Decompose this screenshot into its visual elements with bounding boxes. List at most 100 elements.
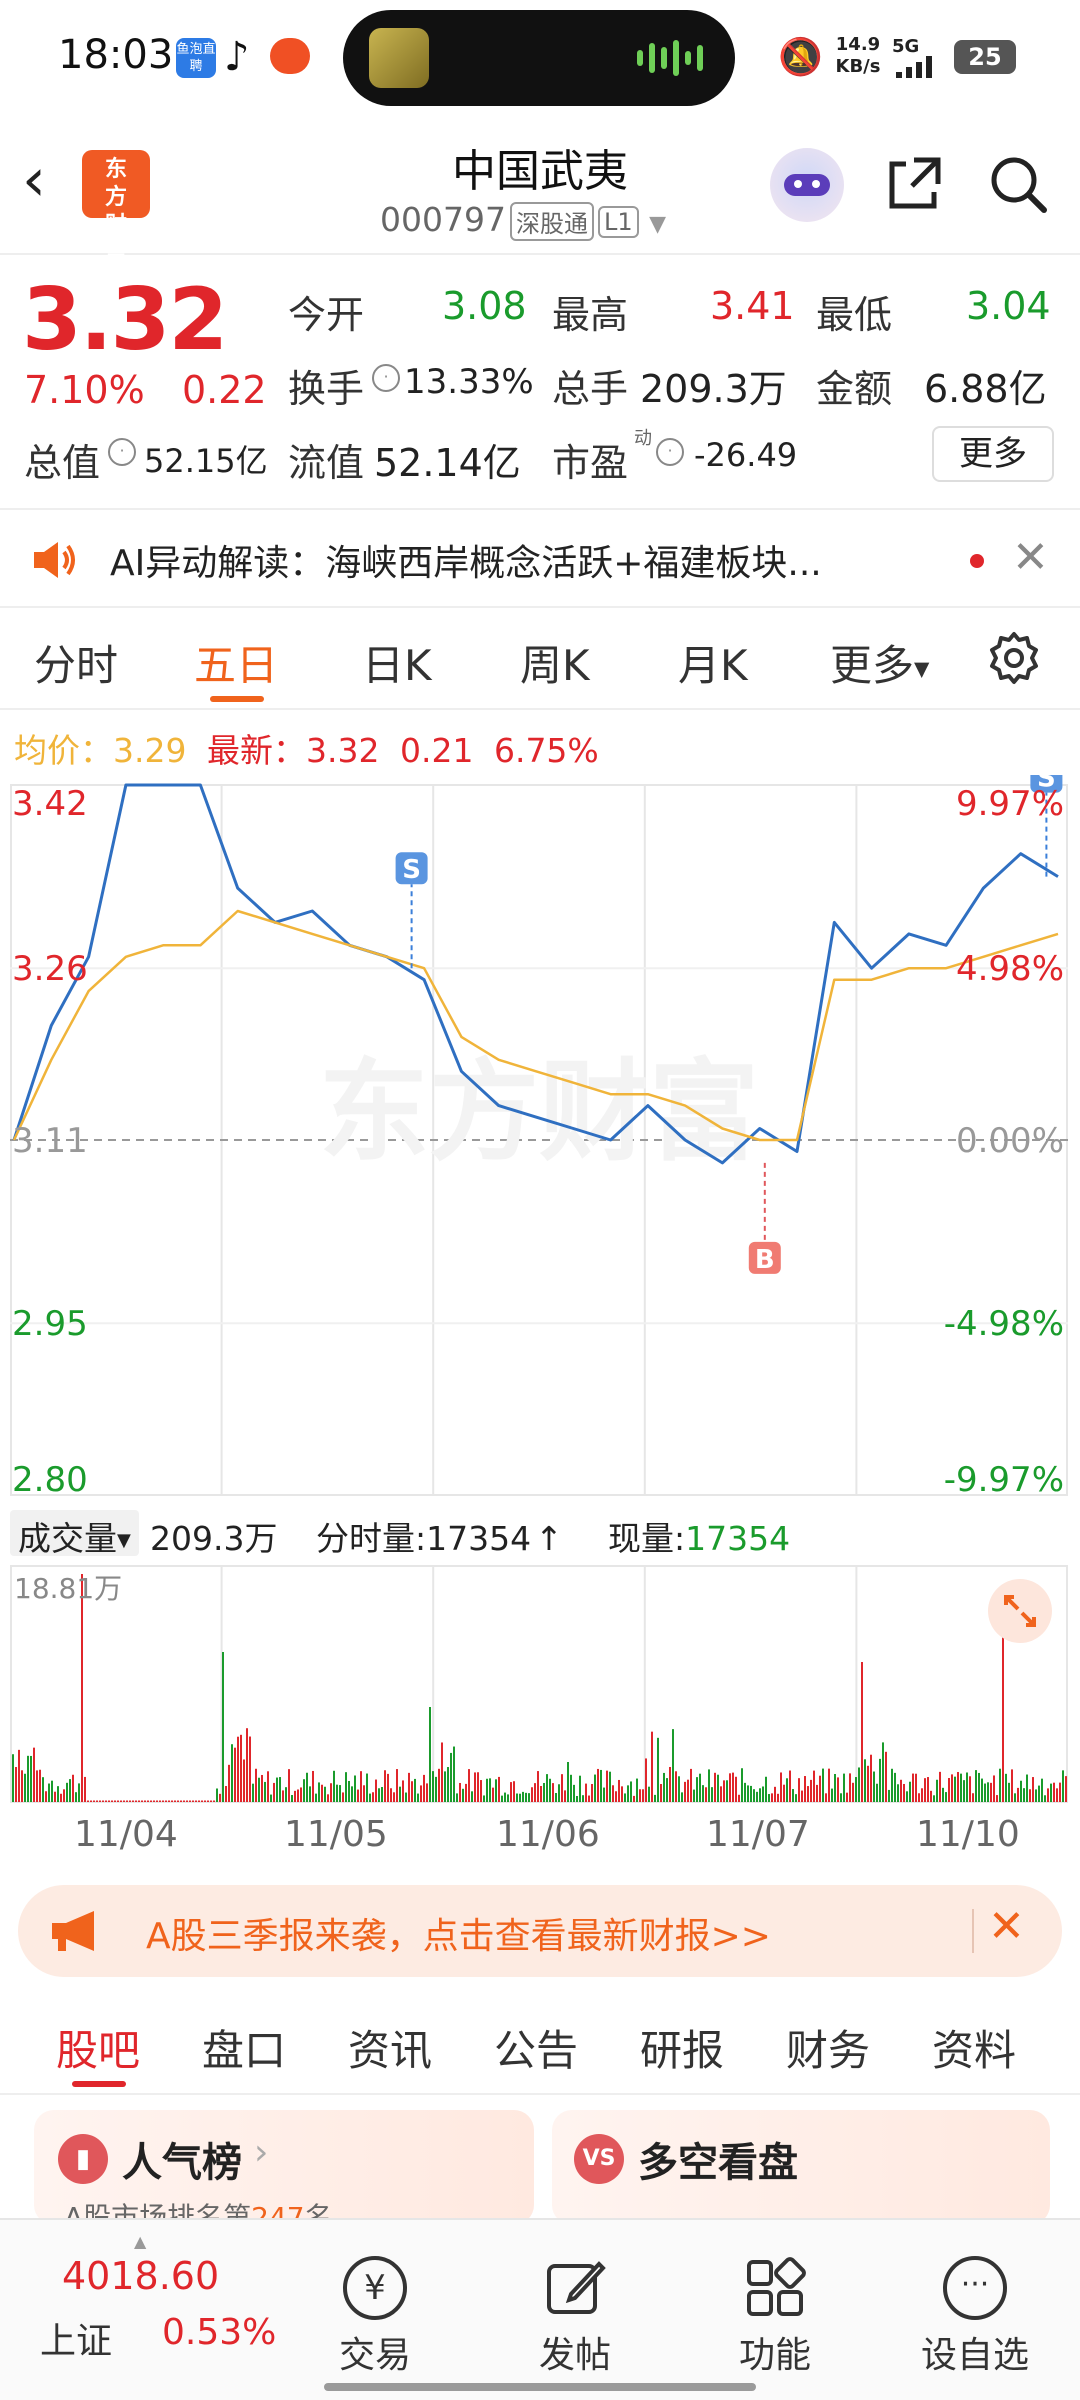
- nav-functions[interactable]: 功能: [690, 2220, 860, 2378]
- volume-bar: [75, 1792, 77, 1802]
- volume-bar: [435, 1776, 437, 1802]
- volume-bar: [456, 1793, 458, 1802]
- active-tab-indicator: [72, 2081, 126, 2087]
- tab-research[interactable]: 研报: [640, 2017, 724, 2078]
- volume-bar: [549, 1778, 551, 1802]
- volume-bar: [888, 1789, 890, 1802]
- tab-news[interactable]: 资讯: [348, 2017, 432, 2078]
- earnings-promo-banner[interactable]: A股三季报来袭，点击查看最新财报>> ✕: [18, 1885, 1062, 1977]
- volume-chart[interactable]: 18.81万: [10, 1565, 1068, 1805]
- index-ticker[interactable]: ▲ 4018.60 上证 0.53%: [30, 2232, 290, 2362]
- ai-assistant-avatar[interactable]: [770, 148, 844, 222]
- volume-bar: [243, 1759, 245, 1802]
- volume-bar: [1041, 1778, 1043, 1802]
- date-label: 11/05: [284, 1814, 388, 1855]
- volume-bar: [729, 1773, 731, 1802]
- tab-more[interactable]: 更多▼: [830, 632, 929, 693]
- volume-bar: [372, 1792, 374, 1802]
- volume-bar: [552, 1783, 554, 1802]
- info-icon[interactable]: ·: [108, 438, 136, 466]
- volume-bar: [33, 1747, 35, 1802]
- close-icon[interactable]: ✕: [1012, 532, 1049, 583]
- more-button[interactable]: 更多: [932, 426, 1054, 482]
- volume-bar: [333, 1770, 335, 1802]
- tab-intraday[interactable]: 分时: [34, 632, 118, 693]
- volume-bar: [1008, 1782, 1010, 1802]
- popularity-card[interactable]: ▮ 人气榜 › A股市场排名第247名: [34, 2110, 534, 2234]
- volume-bar: [420, 1785, 422, 1802]
- settings-icon[interactable]: [986, 630, 1042, 686]
- volume-selector-label: 成交量: [18, 1519, 117, 1558]
- tiktok-icon: ♪: [224, 34, 250, 80]
- volume-bar: [945, 1792, 947, 1802]
- volume-bar: [15, 1767, 17, 1802]
- volume-bar: [171, 1800, 173, 1802]
- volume-bar: [627, 1785, 629, 1802]
- tab-announcements[interactable]: 公告: [494, 2017, 578, 2078]
- volume-bar: [780, 1772, 782, 1802]
- volume-bar: [126, 1800, 128, 1802]
- volume-bar: [711, 1787, 713, 1802]
- volume-bar: [651, 1731, 653, 1802]
- dynamic-island[interactable]: [343, 10, 735, 106]
- volume-bar: [306, 1772, 308, 1802]
- price-chart-svg: 东方财富SBS3.42 9.97%3.26 4.98%3.11 0.00%2.95 -4…: [10, 775, 1068, 1500]
- y-tick-left: 3.11: [12, 1121, 88, 1161]
- volume-bar: [492, 1787, 494, 1802]
- volume-max-label: 18.81万: [14, 1572, 123, 1605]
- volume-bar: [828, 1768, 830, 1802]
- tab-five-day[interactable]: 五日: [194, 632, 278, 693]
- tab-monthly-k[interactable]: 月K: [678, 632, 748, 693]
- expand-icon[interactable]: [988, 1579, 1052, 1643]
- volume-bar: [699, 1773, 701, 1802]
- grid-icon: [743, 2256, 807, 2320]
- network-label: 5G: [892, 36, 920, 57]
- tab-profile[interactable]: 资料: [932, 2017, 1016, 2078]
- volume-bar: [798, 1778, 800, 1802]
- volume-bar: [81, 1574, 83, 1802]
- nav-trade[interactable]: ¥ 交易: [290, 2220, 460, 2378]
- volume-bar: [582, 1795, 584, 1802]
- volume-bar: [510, 1782, 512, 1802]
- volume-bar: [411, 1781, 413, 1802]
- tab-order-book[interactable]: 盘口: [202, 2017, 286, 2078]
- home-indicator[interactable]: [324, 2383, 756, 2391]
- long-short-title: 多空看盘: [638, 2140, 798, 2186]
- stock-code-row[interactable]: 000797 深股通 L1 ▼: [380, 200, 666, 241]
- volume-bar: [513, 1781, 515, 1802]
- volume-bar: [849, 1773, 851, 1802]
- volume-selector[interactable]: 成交量▼: [10, 1510, 139, 1558]
- close-icon[interactable]: ✕: [988, 1901, 1025, 1952]
- volume-bar: [636, 1778, 638, 1802]
- volume-bar: [72, 1774, 74, 1802]
- info-icon[interactable]: ·: [372, 364, 400, 392]
- ai-banner[interactable]: AI异动解读：海峡西岸概念活跃+福建板块... ✕: [0, 508, 1080, 608]
- volume-bar: [1047, 1788, 1049, 1802]
- volume-bar: [354, 1775, 356, 1802]
- long-short-card[interactable]: VS 多空看盘: [552, 2110, 1050, 2225]
- volume-bar: [864, 1759, 866, 1802]
- volume-bar: [522, 1791, 524, 1802]
- volume-bar: [477, 1772, 479, 1802]
- volume-bar: [234, 1747, 236, 1802]
- tab-financials[interactable]: 财务: [786, 2017, 870, 2078]
- volume-bar: [165, 1800, 167, 1802]
- tab-forum[interactable]: 股吧: [56, 2017, 140, 2078]
- net-speed-value: 14.9: [835, 34, 881, 55]
- five-day-price-chart[interactable]: 东方财富 S B S 3.42 9.97% 3.26 4.98% 3.11 0.00% 2.95 -4…: [10, 775, 1068, 1502]
- search-icon[interactable]: [986, 152, 1050, 216]
- volume-bar: [615, 1791, 617, 1802]
- volume-bar: [1026, 1774, 1028, 1802]
- pe-superscript: 动: [634, 428, 652, 449]
- volume-bar: [180, 1800, 182, 1802]
- nav-add-watchlist[interactable]: ··· 设自选: [890, 2220, 1060, 2378]
- latest-value: 3.32: [305, 731, 380, 770]
- volume-bar: [567, 1762, 569, 1802]
- nav-post[interactable]: 发帖: [490, 2220, 660, 2378]
- share-icon[interactable]: [884, 154, 944, 214]
- tab-weekly-k[interactable]: 周K: [520, 632, 590, 693]
- tab-daily-k[interactable]: 日K: [362, 632, 432, 693]
- volume-bar: [1023, 1788, 1025, 1802]
- info-icon[interactable]: ·: [656, 438, 684, 466]
- volume-bar: [408, 1772, 410, 1802]
